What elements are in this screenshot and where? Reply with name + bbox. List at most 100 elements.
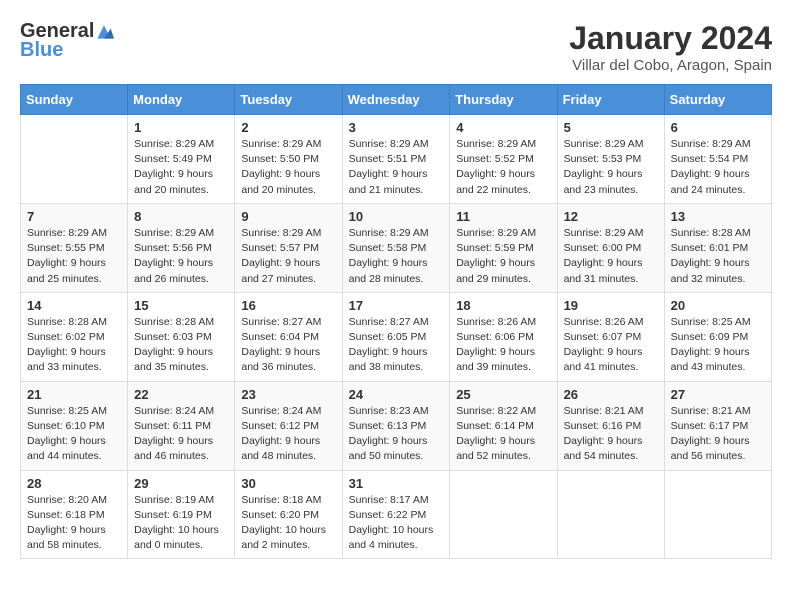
cell-info: Sunrise: 8:25 AMSunset: 6:09 PMDaylight:… [671,315,765,376]
calendar-week-row: 14 Sunrise: 8:28 AMSunset: 6:02 PMDaylig… [21,292,772,381]
cell-info: Sunrise: 8:29 AMSunset: 5:59 PMDaylight:… [456,226,550,287]
day-number: 8 [134,209,228,224]
cell-info: Sunrise: 8:28 AMSunset: 6:03 PMDaylight:… [134,315,228,376]
day-number: 10 [349,209,444,224]
day-number: 18 [456,298,550,313]
header: General Blue January 2024 Villar del Cob… [20,20,772,74]
cell-info: Sunrise: 8:19 AMSunset: 6:19 PMDaylight:… [134,493,228,554]
cell-info: Sunrise: 8:29 AMSunset: 5:50 PMDaylight:… [241,137,335,198]
day-number: 19 [564,298,658,313]
calendar-cell: 4 Sunrise: 8:29 AMSunset: 5:52 PMDayligh… [450,115,557,204]
day-number: 29 [134,476,228,491]
day-number: 17 [349,298,444,313]
calendar-cell: 19 Sunrise: 8:26 AMSunset: 6:07 PMDaylig… [557,292,664,381]
day-header-tuesday: Tuesday [235,85,342,115]
calendar-cell: 15 Sunrise: 8:28 AMSunset: 6:03 PMDaylig… [128,292,235,381]
day-number: 31 [349,476,444,491]
cell-info: Sunrise: 8:29 AMSunset: 5:54 PMDaylight:… [671,137,765,198]
day-number: 21 [27,387,121,402]
day-number: 27 [671,387,765,402]
day-number: 1 [134,120,228,135]
cell-info: Sunrise: 8:21 AMSunset: 6:16 PMDaylight:… [564,404,658,465]
calendar-cell: 25 Sunrise: 8:22 AMSunset: 6:14 PMDaylig… [450,381,557,470]
cell-info: Sunrise: 8:29 AMSunset: 5:57 PMDaylight:… [241,226,335,287]
day-number: 12 [564,209,658,224]
day-number: 16 [241,298,335,313]
day-number: 20 [671,298,765,313]
cell-info: Sunrise: 8:28 AMSunset: 6:02 PMDaylight:… [27,315,121,376]
calendar-week-row: 1 Sunrise: 8:29 AMSunset: 5:49 PMDayligh… [21,115,772,204]
cell-info: Sunrise: 8:21 AMSunset: 6:17 PMDaylight:… [671,404,765,465]
day-header-sunday: Sunday [21,85,128,115]
calendar-week-row: 28 Sunrise: 8:20 AMSunset: 6:18 PMDaylig… [21,470,772,559]
day-number: 14 [27,298,121,313]
calendar-cell [664,470,771,559]
calendar-cell: 6 Sunrise: 8:29 AMSunset: 5:54 PMDayligh… [664,115,771,204]
cell-info: Sunrise: 8:29 AMSunset: 5:55 PMDaylight:… [27,226,121,287]
calendar-cell: 24 Sunrise: 8:23 AMSunset: 6:13 PMDaylig… [342,381,450,470]
cell-info: Sunrise: 8:29 AMSunset: 5:49 PMDaylight:… [134,137,228,198]
day-number: 23 [241,387,335,402]
calendar-cell: 17 Sunrise: 8:27 AMSunset: 6:05 PMDaylig… [342,292,450,381]
calendar-cell: 14 Sunrise: 8:28 AMSunset: 6:02 PMDaylig… [21,292,128,381]
day-number: 9 [241,209,335,224]
calendar-cell: 3 Sunrise: 8:29 AMSunset: 5:51 PMDayligh… [342,115,450,204]
cell-info: Sunrise: 8:23 AMSunset: 6:13 PMDaylight:… [349,404,444,465]
day-number: 26 [564,387,658,402]
calendar: SundayMondayTuesdayWednesdayThursdayFrid… [20,84,772,559]
day-number: 15 [134,298,228,313]
month-year: January 2024 [569,20,772,57]
cell-info: Sunrise: 8:29 AMSunset: 5:58 PMDaylight:… [349,226,444,287]
calendar-header-row: SundayMondayTuesdayWednesdayThursdayFrid… [21,85,772,115]
calendar-week-row: 7 Sunrise: 8:29 AMSunset: 5:55 PMDayligh… [21,203,772,292]
calendar-cell: 31 Sunrise: 8:17 AMSunset: 6:22 PMDaylig… [342,470,450,559]
cell-info: Sunrise: 8:27 AMSunset: 6:04 PMDaylight:… [241,315,335,376]
day-number: 3 [349,120,444,135]
cell-info: Sunrise: 8:29 AMSunset: 5:56 PMDaylight:… [134,226,228,287]
cell-info: Sunrise: 8:24 AMSunset: 6:11 PMDaylight:… [134,404,228,465]
calendar-cell: 2 Sunrise: 8:29 AMSunset: 5:50 PMDayligh… [235,115,342,204]
calendar-cell: 20 Sunrise: 8:25 AMSunset: 6:09 PMDaylig… [664,292,771,381]
cell-info: Sunrise: 8:18 AMSunset: 6:20 PMDaylight:… [241,493,335,554]
calendar-cell: 7 Sunrise: 8:29 AMSunset: 5:55 PMDayligh… [21,203,128,292]
calendar-cell: 28 Sunrise: 8:20 AMSunset: 6:18 PMDaylig… [21,470,128,559]
day-number: 25 [456,387,550,402]
calendar-cell: 12 Sunrise: 8:29 AMSunset: 6:00 PMDaylig… [557,203,664,292]
day-header-saturday: Saturday [664,85,771,115]
cell-info: Sunrise: 8:29 AMSunset: 5:51 PMDaylight:… [349,137,444,198]
day-header-thursday: Thursday [450,85,557,115]
title-section: January 2024 Villar del Cobo, Aragon, Sp… [569,20,772,74]
cell-info: Sunrise: 8:29 AMSunset: 5:53 PMDaylight:… [564,137,658,198]
logo-blue-text: Blue [20,39,63,62]
cell-info: Sunrise: 8:29 AMSunset: 5:52 PMDaylight:… [456,137,550,198]
logo: General Blue [20,20,114,62]
calendar-cell: 30 Sunrise: 8:18 AMSunset: 6:20 PMDaylig… [235,470,342,559]
day-header-friday: Friday [557,85,664,115]
logo-icon [94,22,114,42]
day-number: 4 [456,120,550,135]
day-number: 11 [456,209,550,224]
day-number: 13 [671,209,765,224]
calendar-cell: 23 Sunrise: 8:24 AMSunset: 6:12 PMDaylig… [235,381,342,470]
cell-info: Sunrise: 8:20 AMSunset: 6:18 PMDaylight:… [27,493,121,554]
calendar-cell: 26 Sunrise: 8:21 AMSunset: 6:16 PMDaylig… [557,381,664,470]
cell-info: Sunrise: 8:29 AMSunset: 6:00 PMDaylight:… [564,226,658,287]
calendar-cell: 13 Sunrise: 8:28 AMSunset: 6:01 PMDaylig… [664,203,771,292]
day-number: 22 [134,387,228,402]
calendar-cell: 18 Sunrise: 8:26 AMSunset: 6:06 PMDaylig… [450,292,557,381]
calendar-cell [21,115,128,204]
cell-info: Sunrise: 8:27 AMSunset: 6:05 PMDaylight:… [349,315,444,376]
cell-info: Sunrise: 8:26 AMSunset: 6:06 PMDaylight:… [456,315,550,376]
calendar-cell: 11 Sunrise: 8:29 AMSunset: 5:59 PMDaylig… [450,203,557,292]
cell-info: Sunrise: 8:26 AMSunset: 6:07 PMDaylight:… [564,315,658,376]
calendar-cell: 21 Sunrise: 8:25 AMSunset: 6:10 PMDaylig… [21,381,128,470]
calendar-cell: 1 Sunrise: 8:29 AMSunset: 5:49 PMDayligh… [128,115,235,204]
calendar-cell: 22 Sunrise: 8:24 AMSunset: 6:11 PMDaylig… [128,381,235,470]
day-number: 30 [241,476,335,491]
calendar-cell: 27 Sunrise: 8:21 AMSunset: 6:17 PMDaylig… [664,381,771,470]
day-header-wednesday: Wednesday [342,85,450,115]
cell-info: Sunrise: 8:22 AMSunset: 6:14 PMDaylight:… [456,404,550,465]
day-number: 28 [27,476,121,491]
day-header-monday: Monday [128,85,235,115]
calendar-cell: 29 Sunrise: 8:19 AMSunset: 6:19 PMDaylig… [128,470,235,559]
